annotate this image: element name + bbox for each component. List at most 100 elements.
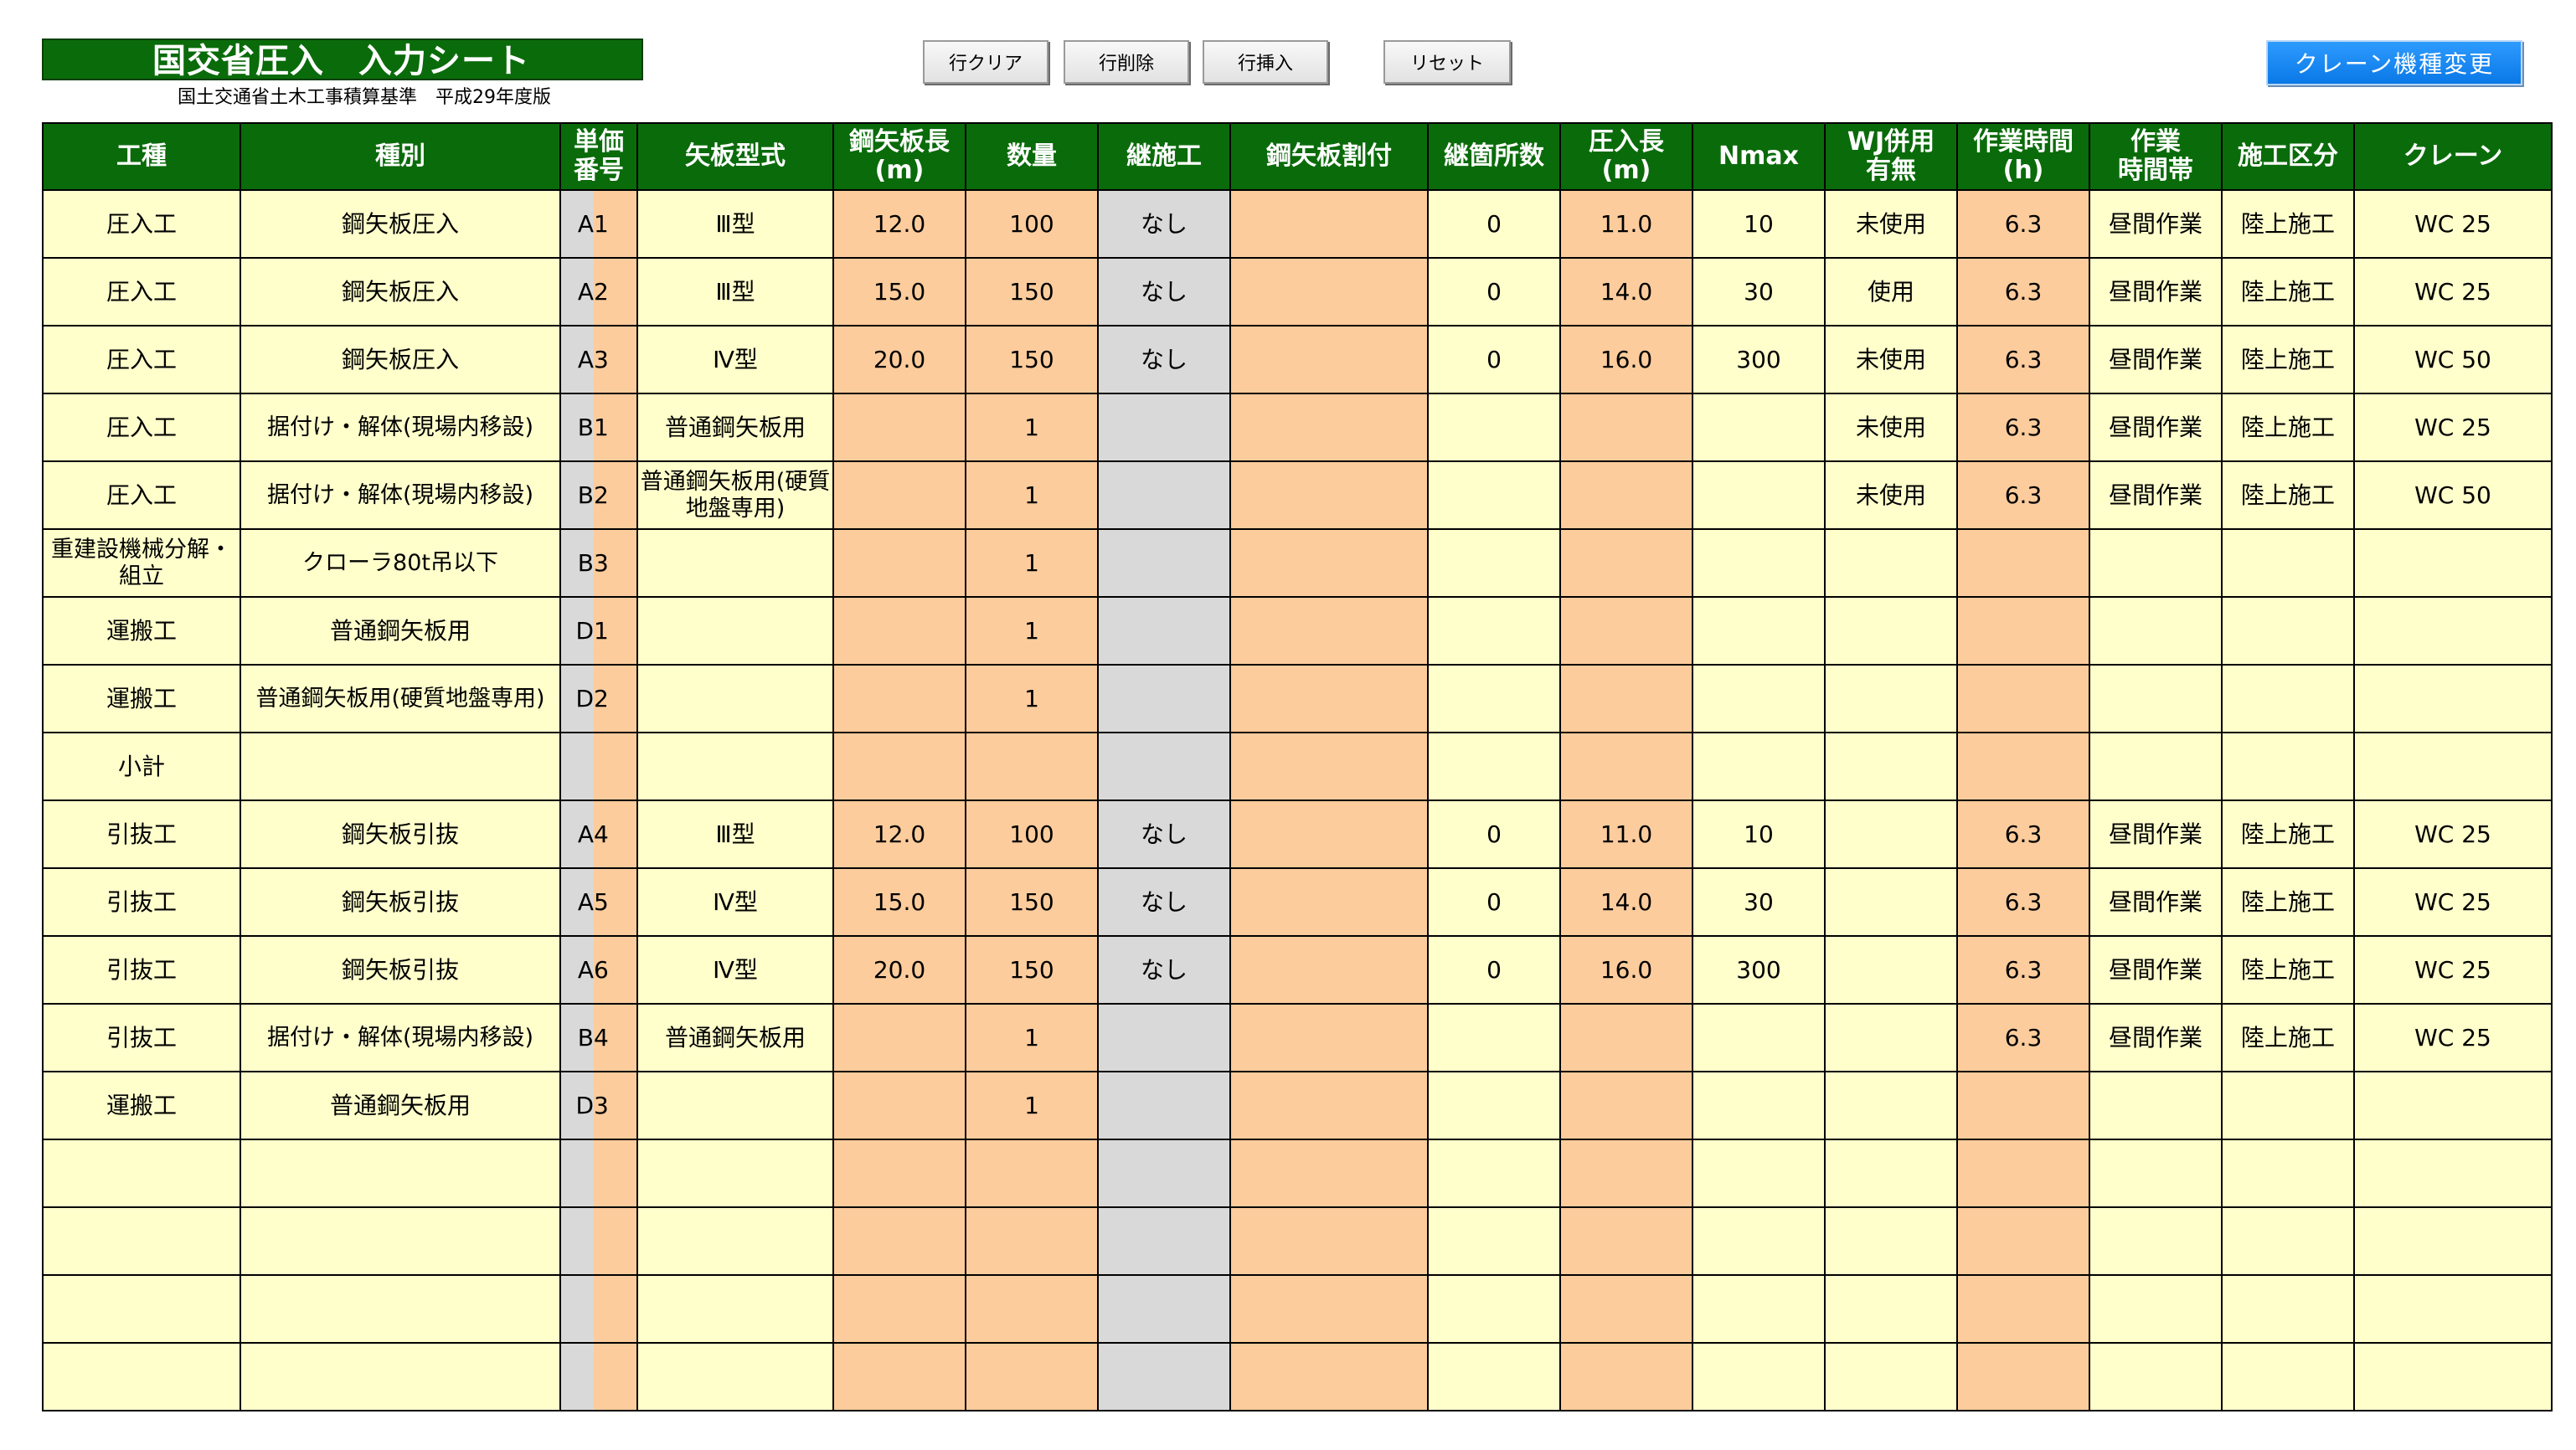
cell-crane[interactable] (2353, 528, 2553, 598)
cell-code-number[interactable]: 3 (594, 528, 638, 598)
cell-code-letter[interactable]: B (559, 393, 594, 462)
cell-code-letter[interactable] (559, 1206, 594, 1276)
cell-model[interactable] (636, 1274, 834, 1344)
cell-qty[interactable]: 1 (965, 1071, 1099, 1140)
cell-qty[interactable]: 150 (965, 867, 1099, 937)
cell-joint-count[interactable]: 0 (1427, 867, 1561, 937)
cell-qty[interactable]: 1 (965, 596, 1099, 666)
cell-joint[interactable] (1097, 393, 1231, 462)
cell-period[interactable]: 昼間作業 (2089, 189, 2223, 259)
cell-nmax[interactable] (1692, 528, 1826, 598)
cell-joint-count[interactable] (1427, 596, 1561, 666)
cell-section[interactable]: 陸上施工 (2221, 393, 2355, 462)
cell-layout[interactable] (1229, 664, 1429, 733)
cell-joint[interactable] (1097, 664, 1231, 733)
cell-wj[interactable]: 未使用 (1824, 325, 1958, 394)
cell-code-number[interactable]: 1 (594, 189, 638, 259)
cell-type[interactable]: 据付け・解体(現場内移設) (240, 1003, 561, 1072)
cell-period[interactable] (2089, 732, 2223, 801)
cell-qty[interactable]: 150 (965, 325, 1099, 394)
cell-hours[interactable] (1956, 732, 2090, 801)
cell-kind[interactable]: 小計 (42, 732, 241, 801)
cell-qty[interactable]: 1 (965, 1003, 1099, 1072)
cell-wj[interactable] (1824, 596, 1958, 666)
cell-qty[interactable] (965, 1139, 1099, 1208)
cell-joint[interactable] (1097, 528, 1231, 598)
cell-length[interactable] (832, 1003, 966, 1072)
cell-length[interactable] (832, 1139, 966, 1208)
cell-crane[interactable]: WC 25 (2353, 867, 2553, 937)
cell-length[interactable] (832, 528, 966, 598)
cell-code-number[interactable]: 1 (594, 596, 638, 666)
cell-joint[interactable]: なし (1097, 325, 1231, 394)
cell-crane[interactable] (2353, 1206, 2553, 1276)
cell-joint[interactable] (1097, 1342, 1231, 1411)
cell-code-number[interactable] (594, 1206, 638, 1276)
cell-length[interactable]: 12.0 (832, 800, 966, 869)
cell-qty[interactable]: 1 (965, 460, 1099, 530)
cell-section[interactable] (2221, 1071, 2355, 1140)
cell-period[interactable] (2089, 596, 2223, 666)
cell-press-length[interactable]: 16.0 (1559, 325, 1693, 394)
cell-kind[interactable] (42, 1342, 241, 1411)
row-clear-button[interactable]: 行クリア (923, 40, 1048, 84)
cell-type[interactable]: 普通鋼矢板用 (240, 596, 561, 666)
cell-layout[interactable] (1229, 732, 1429, 801)
cell-section[interactable] (2221, 1206, 2355, 1276)
cell-nmax[interactable] (1692, 664, 1826, 733)
cell-hours[interactable] (1956, 1139, 2090, 1208)
cell-joint[interactable] (1097, 732, 1231, 801)
cell-type[interactable]: 鋼矢板圧入 (240, 257, 561, 327)
cell-code-letter[interactable]: A (559, 189, 594, 259)
cell-hours[interactable] (1956, 596, 2090, 666)
cell-section[interactable]: 陸上施工 (2221, 460, 2355, 530)
cell-hours[interactable]: 6.3 (1956, 460, 2090, 530)
row-insert-button[interactable]: 行挿入 (1203, 40, 1328, 84)
cell-layout[interactable] (1229, 867, 1429, 937)
cell-wj[interactable] (1824, 1003, 1958, 1072)
cell-code-number[interactable]: 2 (594, 257, 638, 327)
cell-joint[interactable]: なし (1097, 867, 1231, 937)
cell-type[interactable] (240, 1139, 561, 1208)
cell-code-number[interactable] (594, 732, 638, 801)
cell-section[interactable] (2221, 732, 2355, 801)
cell-layout[interactable] (1229, 189, 1429, 259)
cell-layout[interactable] (1229, 528, 1429, 598)
cell-section[interactable]: 陸上施工 (2221, 867, 2355, 937)
cell-hours[interactable] (1956, 1342, 2090, 1411)
cell-code-number[interactable]: 6 (594, 935, 638, 1005)
cell-layout[interactable] (1229, 1139, 1429, 1208)
cell-joint-count[interactable]: 0 (1427, 257, 1561, 327)
cell-wj[interactable] (1824, 528, 1958, 598)
cell-layout[interactable] (1229, 393, 1429, 462)
cell-wj[interactable] (1824, 1274, 1958, 1344)
cell-section[interactable] (2221, 1342, 2355, 1411)
cell-joint-count[interactable]: 0 (1427, 189, 1561, 259)
cell-period[interactable] (2089, 1274, 2223, 1344)
cell-wj[interactable]: 未使用 (1824, 460, 1958, 530)
cell-nmax[interactable] (1692, 1139, 1826, 1208)
cell-type[interactable]: 普通鋼矢板用(硬質地盤専用) (240, 664, 561, 733)
cell-nmax[interactable]: 300 (1692, 935, 1826, 1005)
cell-kind[interactable]: 引抜工 (42, 1003, 241, 1072)
cell-code-letter[interactable]: A (559, 800, 594, 869)
cell-press-length[interactable] (1559, 393, 1693, 462)
cell-press-length[interactable] (1559, 1342, 1693, 1411)
cell-kind[interactable]: 運搬工 (42, 664, 241, 733)
cell-joint-count[interactable] (1427, 1342, 1561, 1411)
cell-length[interactable] (832, 1206, 966, 1276)
cell-qty[interactable] (965, 732, 1099, 801)
cell-code-letter[interactable]: B (559, 460, 594, 530)
cell-kind[interactable]: 重建設機械分解・組立 (42, 528, 241, 598)
cell-joint-count[interactable] (1427, 393, 1561, 462)
cell-press-length[interactable] (1559, 460, 1693, 530)
cell-wj[interactable] (1824, 867, 1958, 937)
cell-hours[interactable] (1956, 528, 2090, 598)
cell-nmax[interactable] (1692, 1274, 1826, 1344)
cell-kind[interactable]: 引抜工 (42, 800, 241, 869)
cell-qty[interactable]: 150 (965, 935, 1099, 1005)
cell-wj[interactable] (1824, 1139, 1958, 1208)
cell-section[interactable] (2221, 596, 2355, 666)
cell-nmax[interactable] (1692, 393, 1826, 462)
cell-press-length[interactable] (1559, 732, 1693, 801)
